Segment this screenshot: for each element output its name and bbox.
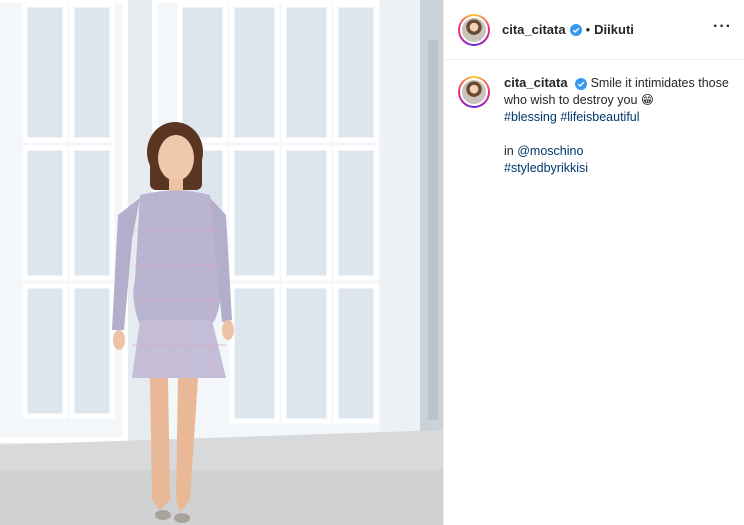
in-label: in	[504, 144, 514, 158]
post-header: cita_citata • Diikuti ···	[444, 0, 744, 60]
mention-moschino[interactable]: @moschino	[517, 144, 583, 158]
separator-dot: •	[585, 22, 591, 37]
post-photo[interactable]	[0, 0, 443, 525]
caption-avatar-image	[460, 78, 488, 106]
hashtag-lifeisbeautiful[interactable]: #lifeisbeautiful	[560, 110, 639, 124]
hashtag-styledbyrikkisi[interactable]: #styledbyrikkisi	[504, 161, 588, 175]
photo-illustration	[0, 0, 443, 525]
caption-username[interactable]: cita_citata	[504, 75, 568, 90]
avatar-image	[460, 15, 488, 44]
follow-status-button[interactable]: Diikuti	[594, 22, 634, 37]
caption-verified-badge-icon	[575, 77, 588, 90]
caption-avatar[interactable]	[458, 76, 490, 108]
profile-avatar[interactable]	[458, 13, 490, 46]
grin-emoji-icon: 😁	[640, 93, 654, 107]
caption-body: cita_citata Smile it intimidates those w…	[504, 74, 732, 177]
post-side-panel: cita_citata • Diikuti ··· cita_citata Sm…	[443, 0, 744, 525]
caption-comment: cita_citata Smile it intimidates those w…	[444, 60, 744, 177]
verified-badge-icon	[569, 23, 582, 36]
hashtag-blessing[interactable]: #blessing	[504, 110, 557, 124]
header-username[interactable]: cita_citata	[502, 22, 566, 37]
more-options-icon[interactable]: ···	[713, 19, 732, 35]
